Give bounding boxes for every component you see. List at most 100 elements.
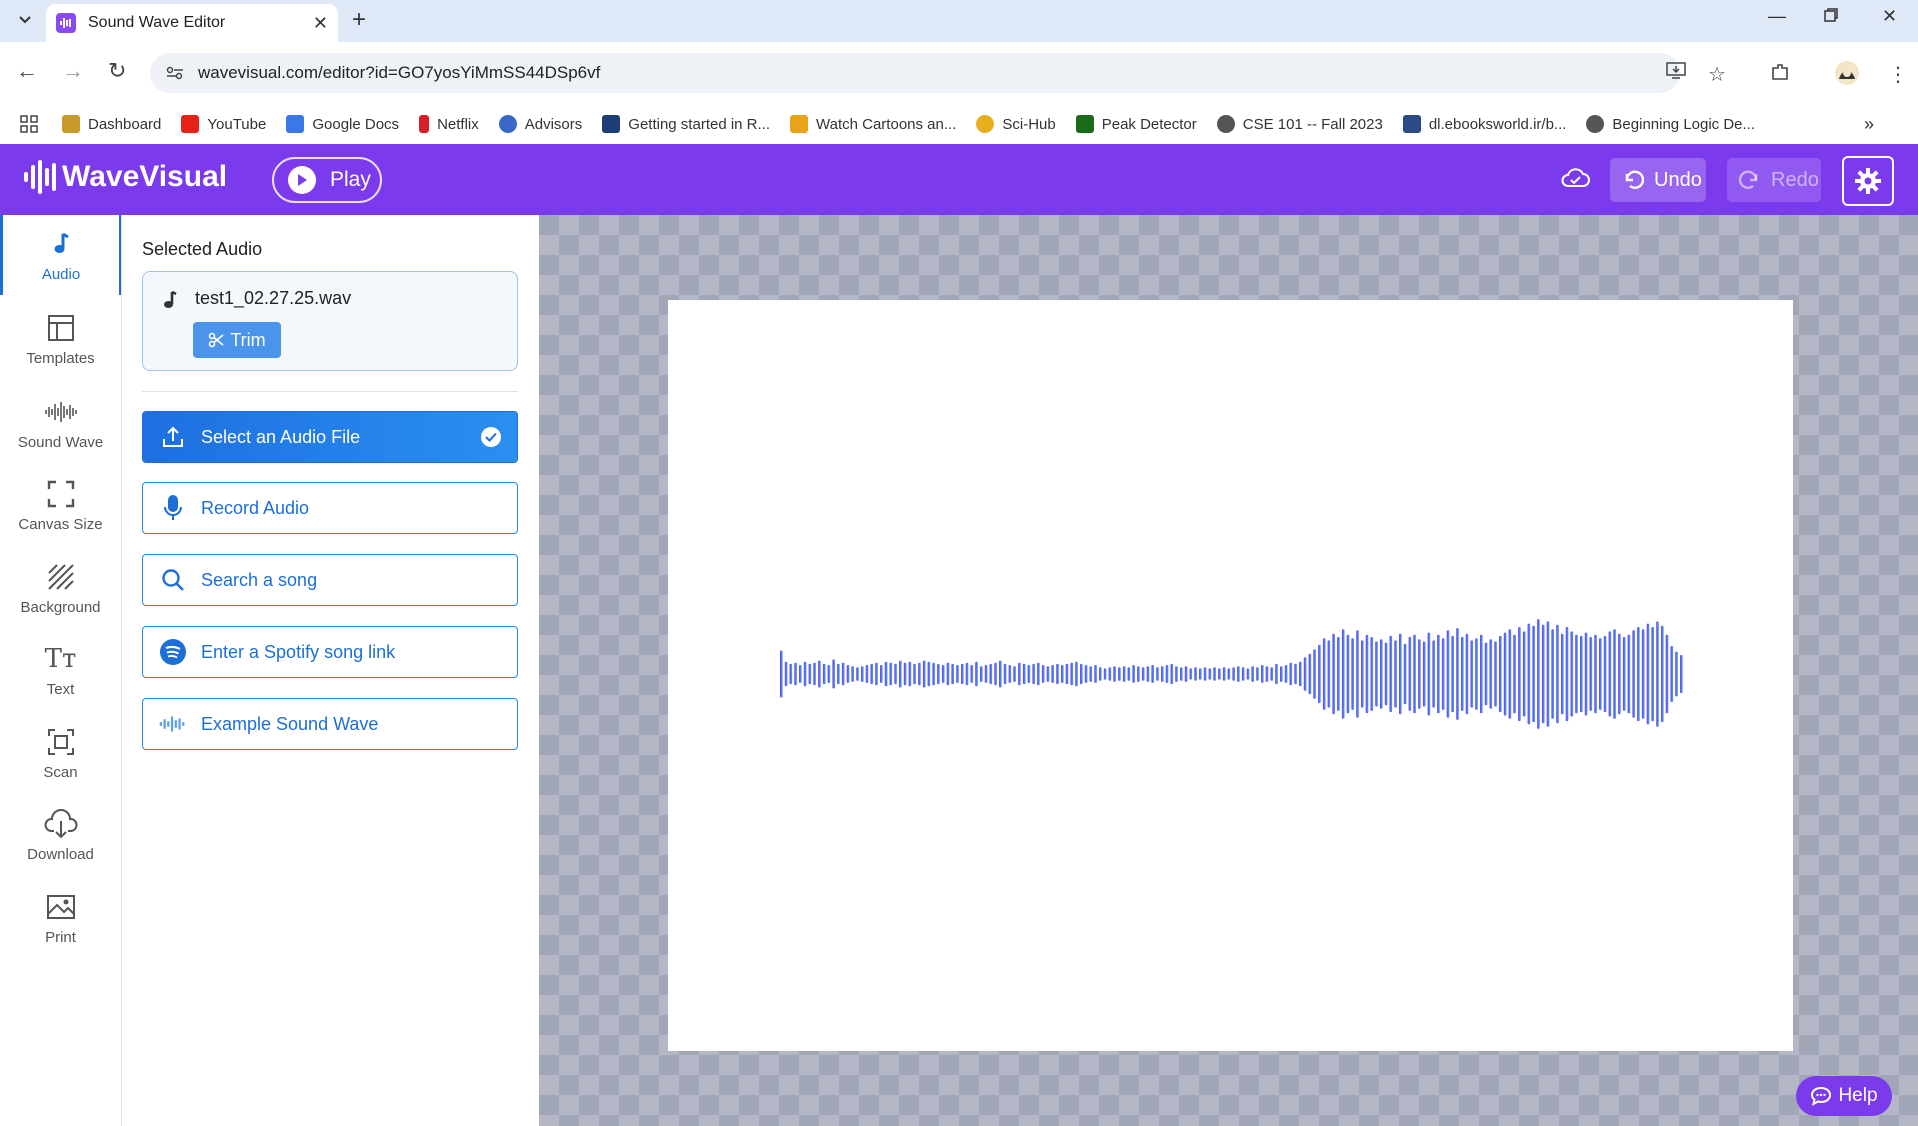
waveform-bar (927, 661, 931, 687)
nav-item-download[interactable]: Download (0, 795, 121, 875)
waveform-bar (1218, 668, 1221, 680)
nav-item-audio[interactable]: Audio (0, 215, 121, 295)
nav-item-print[interactable]: Print (0, 878, 121, 958)
waveform-bar (1661, 625, 1664, 723)
bookmarks-bar: Dashboard YouTube Google Docs Netflix Ad… (0, 104, 1918, 144)
waveform-bar (1641, 629, 1645, 719)
nav-item-canvas-size[interactable]: Canvas Size (0, 465, 121, 545)
bookmark-item[interactable]: CSE 101 -- Fall 2023 (1216, 115, 1383, 133)
apps-grid-icon[interactable] (20, 115, 38, 133)
waveform-bar (1051, 665, 1054, 683)
extensions-icon[interactable] (1770, 62, 1790, 88)
waveform-graphic[interactable] (668, 300, 1793, 1051)
bookmark-star-icon[interactable]: ☆ (1708, 62, 1726, 87)
bookmark-item[interactable]: Watch Cartoons an... (790, 115, 956, 133)
waveform-bar (1194, 667, 1197, 681)
waveform-bar (1613, 629, 1616, 719)
install-app-icon[interactable] (1666, 62, 1686, 86)
restore-icon[interactable] (1824, 6, 1838, 27)
option-label: Example Sound Wave (201, 713, 379, 734)
bookmark-item[interactable]: YouTube (181, 115, 266, 133)
nav-item-text[interactable]: Tт Text (0, 630, 121, 710)
bookmark-item[interactable]: Getting started in R... (602, 115, 770, 133)
bookmark-item[interactable]: Beginning Logic De... (1586, 115, 1755, 133)
bookmark-item[interactable]: Peak Detector (1075, 115, 1197, 133)
bookmark-item[interactable]: Google Docs (286, 115, 399, 133)
advisors-favicon-icon (498, 115, 517, 133)
background-icon (47, 561, 75, 593)
nav-item-sound-wave[interactable]: Sound Wave (0, 383, 121, 463)
help-button[interactable]: Help (1796, 1076, 1892, 1116)
settings-button[interactable] (1842, 156, 1894, 206)
bookmark-label: YouTube (207, 115, 267, 133)
minimize-icon[interactable]: — (1768, 6, 1786, 27)
bookmark-item[interactable]: dl.ebooksworld.ir/b... (1402, 115, 1566, 133)
bookmark-item[interactable]: Sci-Hub (976, 115, 1056, 133)
trim-button[interactable]: Trim (193, 322, 281, 358)
record-audio-button[interactable]: Record Audio (142, 482, 518, 534)
forward-arrow-icon[interactable]: → (62, 58, 84, 84)
waveform-bar (1418, 639, 1421, 709)
redo-button[interactable]: Redo (1727, 158, 1821, 202)
tab-close-icon[interactable]: ✕ (313, 13, 328, 34)
waveform-bar (1018, 662, 1021, 686)
new-tab-plus-icon[interactable]: + (352, 6, 366, 34)
waveform-bar (1094, 665, 1097, 683)
bookmarks-overflow-icon[interactable]: » (1864, 114, 1874, 135)
undo-button[interactable]: Undo (1610, 158, 1706, 202)
address-bar[interactable]: wavevisual.com/editor?id=GO7yosYiMmSS44D… (150, 53, 1680, 93)
waveform-bar (1232, 667, 1235, 681)
waveform-bar (1384, 642, 1388, 706)
nav-item-background[interactable]: Background (0, 548, 121, 628)
select-audio-file-button[interactable]: Select an Audio File (142, 411, 518, 463)
waveform-bar (822, 663, 826, 685)
example-sound-wave-button[interactable]: Example Sound Wave (142, 698, 518, 750)
reload-icon[interactable]: ↻ (108, 58, 126, 84)
window-close-icon[interactable]: ✕ (1882, 6, 1897, 27)
browser-tab-active[interactable]: Sound Wave Editor ✕ (46, 4, 338, 42)
waveform-bar (1213, 667, 1216, 681)
waveform-bar (1575, 634, 1578, 714)
waveform-bar (956, 665, 959, 683)
artboard-canvas[interactable] (668, 300, 1793, 1051)
waveform-bar (1199, 668, 1202, 680)
waveform-bar (827, 665, 831, 683)
waveform-bar (832, 659, 835, 689)
nav-label: Templates (26, 349, 95, 367)
site-settings-icon[interactable] (164, 62, 186, 84)
search-song-button[interactable]: Search a song (142, 554, 518, 606)
bookmark-item[interactable]: Netflix (419, 115, 479, 133)
waveform-bar (818, 660, 821, 688)
waveform-bar (984, 665, 988, 683)
profile-avatar[interactable] (1834, 60, 1860, 92)
waveform-bar (1022, 663, 1026, 685)
bookmark-item[interactable]: Dashboard (62, 115, 161, 133)
nav-label: Sound Wave (17, 433, 104, 451)
cloud-save-icon[interactable] (1560, 166, 1590, 193)
nav-item-scan[interactable]: Scan (0, 713, 121, 793)
tab-search-chevron-icon[interactable] (10, 6, 40, 34)
waveform-bar (1103, 668, 1107, 680)
waveform-bar (1622, 637, 1626, 711)
waveform-bar (1241, 667, 1245, 681)
waveform-bar (1561, 633, 1564, 715)
waveform-bar (1246, 668, 1250, 680)
waveform-bar (1108, 667, 1112, 681)
bookmark-label: Peak Detector (1101, 115, 1197, 133)
waveform-bar (856, 667, 859, 681)
waveform-bar (1656, 621, 1659, 727)
undo-icon (1622, 169, 1644, 191)
waveform-bar (1394, 640, 1397, 708)
url-text[interactable]: wavevisual.com/editor?id=GO7yosYiMmSS44D… (198, 63, 1680, 83)
waveform-bar (1361, 640, 1364, 708)
wavevisual-logo[interactable]: WaveVisual (24, 160, 227, 194)
waveform-bar (880, 665, 883, 683)
nav-item-templates[interactable]: Templates (0, 299, 121, 379)
bookmark-item[interactable]: Advisors (498, 115, 582, 133)
nav-label: Canvas Size (18, 515, 103, 533)
waveform-bar (1156, 667, 1159, 681)
play-button[interactable]: Play (272, 157, 382, 203)
browser-menu-icon[interactable]: ⋮ (1888, 62, 1908, 87)
back-arrow-icon[interactable]: ← (16, 58, 38, 84)
spotify-link-button[interactable]: Enter a Spotify song link (142, 626, 518, 678)
